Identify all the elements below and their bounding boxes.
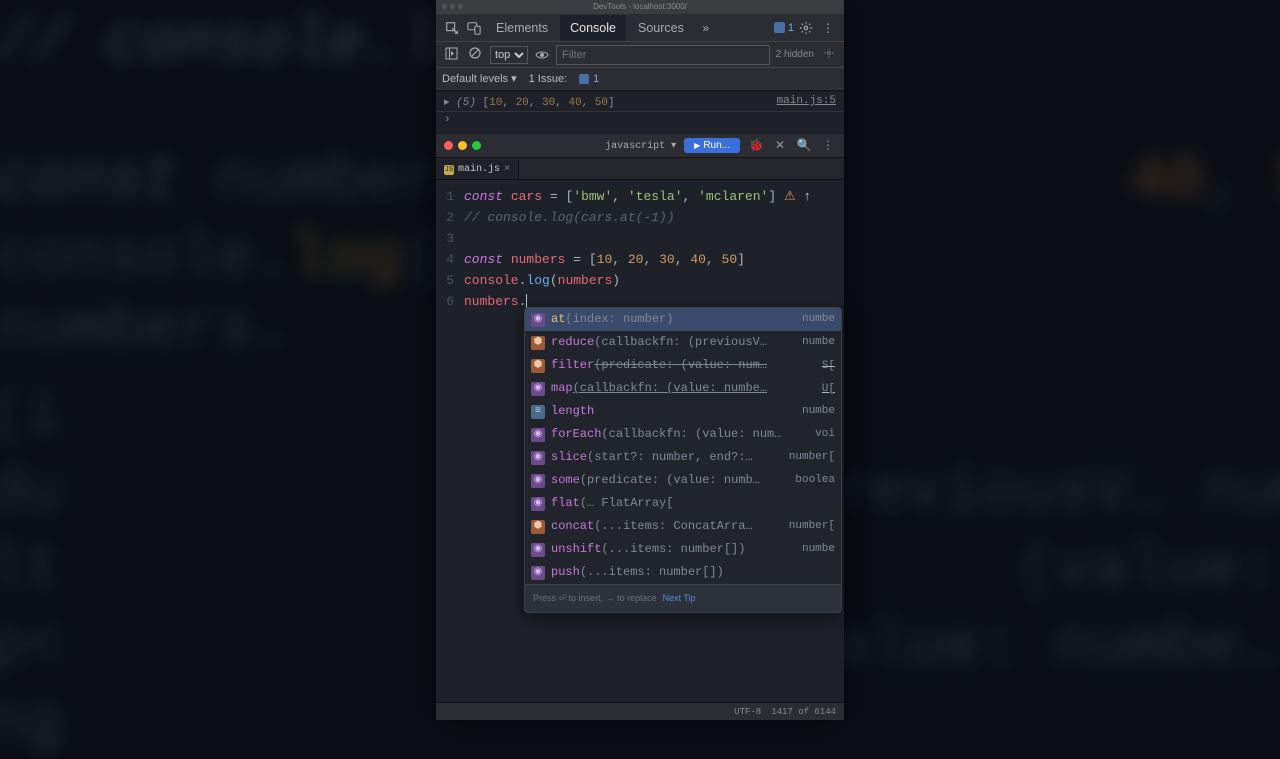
autocomplete-item[interactable]: ◉forEach(callbackfn: (value: num…voi: [525, 423, 841, 446]
bug-icon[interactable]: 🐞: [748, 138, 764, 153]
autocomplete-item[interactable]: ⬢filter(predicate: (value: num…S[: [525, 354, 841, 377]
run-button[interactable]: Run...: [684, 138, 740, 153]
more-icon[interactable]: ⋮: [820, 138, 836, 153]
close-tab-icon[interactable]: ×: [504, 164, 510, 175]
code-line[interactable]: 2// console.log(cars.at(-1)): [436, 207, 844, 228]
autocomplete-item[interactable]: ◉at(index: number)numbe: [525, 308, 841, 331]
code-line[interactable]: 3: [436, 228, 844, 249]
suggestion-kind-icon: ⬢: [531, 520, 545, 534]
kebab-icon[interactable]: ⋮: [818, 18, 838, 38]
language-select[interactable]: javascript ▾: [605, 140, 676, 152]
autocomplete-item[interactable]: ◉unshift(...items: number[])numbe: [525, 538, 841, 561]
tab-elements[interactable]: Elements: [486, 15, 558, 41]
suggestion-kind-icon: ◉: [531, 451, 545, 465]
tab-sources[interactable]: Sources: [628, 15, 694, 41]
suggestion-kind-icon: ◉: [531, 474, 545, 488]
autocomplete-item[interactable]: ⬢concat(...items: ConcatArra…number[: [525, 515, 841, 538]
js-file-icon: JS: [444, 165, 454, 175]
autocomplete-item[interactable]: ◉push(...items: number[]): [525, 561, 841, 584]
autocomplete-item[interactable]: ◉some(predicate: (value: numb…boolea: [525, 469, 841, 492]
context-select[interactable]: top: [490, 46, 528, 64]
autocomplete-popup[interactable]: ◉at(index: number)numbe⬢reduce(callbackf…: [524, 307, 842, 613]
filter-input[interactable]: [556, 45, 770, 65]
hidden-count: 2 hidden: [776, 49, 814, 60]
suggestion-kind-icon: ◉: [531, 566, 545, 580]
suggestion-kind-icon: ≡: [531, 405, 545, 419]
suggestion-kind-icon: ⬢: [531, 359, 545, 373]
autocomplete-item[interactable]: ◉map(callbackfn: (value: numbe…U[: [525, 377, 841, 400]
code-line[interactable]: 4const numbers = [10, 20, 30, 40, 50]: [436, 249, 844, 270]
status-encoding: UTF-8: [734, 707, 761, 717]
live-expression-icon[interactable]: [534, 47, 550, 63]
autocomplete-item[interactable]: ◉flat(… FlatArray[: [525, 492, 841, 515]
suggestion-kind-icon: ◉: [531, 497, 545, 511]
issue-icon: [579, 74, 589, 84]
message-icon: [774, 22, 785, 33]
levels-dropdown[interactable]: Default levels ▾: [442, 72, 517, 85]
search-icon[interactable]: 🔍: [796, 138, 812, 153]
tools-icon[interactable]: ✕: [772, 138, 788, 153]
clear-console-icon[interactable]: [466, 47, 484, 62]
suggestion-kind-icon: ◉: [531, 543, 545, 557]
issues-chip[interactable]: 1: [579, 73, 599, 85]
code-line[interactable]: 5console.log(numbers): [436, 270, 844, 291]
toggle-sidebar-icon[interactable]: [442, 47, 460, 63]
settings-icon[interactable]: [796, 18, 816, 38]
status-position: 1417 of 6144: [771, 707, 836, 717]
suggestion-kind-icon: ◉: [531, 428, 545, 442]
traffic-lights[interactable]: [444, 141, 481, 150]
console-prompt[interactable]: ›: [436, 112, 844, 134]
editor-tab-mainjs[interactable]: JS main.js ×: [436, 160, 519, 179]
issues-label: 1 Issue:: [529, 73, 568, 85]
code-editor[interactable]: 1const cars = ['bmw', 'tesla', 'mclaren'…: [436, 180, 844, 702]
autocomplete-item[interactable]: ⬢reduce(callbackfn: (previousV…numbe: [525, 331, 841, 354]
autocomplete-item[interactable]: ≡lengthnumbe: [525, 400, 841, 423]
message-badge[interactable]: 1: [774, 22, 794, 34]
window-titlebar: DevTools - localhost:3000/: [436, 0, 844, 14]
inspect-icon[interactable]: [442, 18, 462, 38]
device-toggle-icon[interactable]: [464, 18, 484, 38]
autocomplete-hint: Press ⏎ to insert, → to replaceNext Tip: [525, 584, 841, 612]
code-line[interactable]: 1const cars = ['bmw', 'tesla', 'mclaren'…: [436, 186, 844, 207]
console-output-line: ▸ (5) [10, 20, 30, 40, 50] main.js:5: [436, 91, 844, 112]
next-tip-link[interactable]: Next Tip: [663, 588, 696, 609]
window-title: DevTools - localhost:3000/: [593, 2, 687, 11]
more-tabs-icon[interactable]: »: [696, 18, 716, 38]
suggestion-kind-icon: ⬢: [531, 336, 545, 350]
suggestion-kind-icon: ◉: [531, 382, 545, 396]
devtools-tabs: Elements Console Sources » 1 ⋮: [436, 14, 844, 42]
autocomplete-item[interactable]: ◉slice(start?: number, end?:…number[: [525, 446, 841, 469]
source-link[interactable]: main.js:5: [777, 95, 836, 109]
tab-console[interactable]: Console: [560, 15, 626, 41]
suggestion-kind-icon: ◉: [531, 313, 545, 327]
console-settings-icon[interactable]: [820, 47, 838, 62]
